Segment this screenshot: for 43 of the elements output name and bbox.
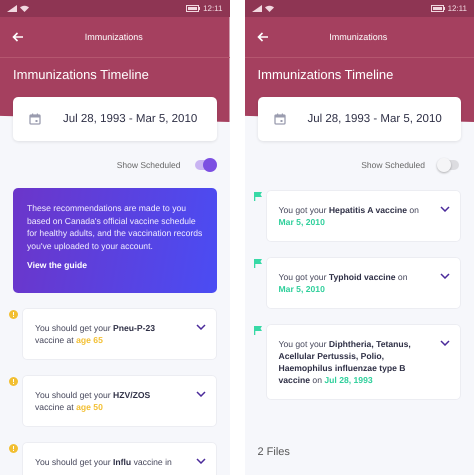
battery-icon [186,5,200,12]
back-arrow-icon[interactable] [12,32,24,42]
vaccine-text: You should get your Pneu-P-23 vaccine at age 65 [35,322,156,346]
page-title: Immunizations Timeline [258,67,394,82]
vaccine-text: You got your Hepatitis A vaccine on Mar 5, 2010 [278,204,420,228]
vaccine-text: You should get your Influ vaccine in [35,456,173,469]
timeline-card[interactable]: You should get your HZV/ZOS vaccine at age 50 [22,375,216,427]
calendar-icon [29,113,41,125]
guide-link[interactable]: View the guide [27,260,88,270]
battery-icon [430,5,445,12]
status-time: 12:11 [448,4,467,13]
toggle-label: Show Scheduled [116,160,180,170]
chevron-down-icon[interactable] [440,206,450,212]
timeline-card[interactable]: You should get your Influ vaccine in [22,442,216,475]
vaccine-text: You should get your HZV/ZOS vaccine at age 50 [35,389,152,413]
timeline-card[interactable]: You got your Hepatitis A vaccine on Mar 5, 2010 [266,190,461,242]
timeline-card[interactable]: You got your Typhoid vaccine on Mar 5, 2010 [266,257,461,309]
files-heading: 2 Files [258,446,290,458]
vaccine-text: You got your Diphtheria, Tetanus, Acellular Pertussis, Polio, Haemophilus influenzae type B vaccine on Jul 28, 1993 [278,338,412,386]
banner-text: These recommendations are made to you based on Canada's official vaccine schedule for healthy adults, and the vaccination records you've uploaded to your account. [27,202,202,252]
chevron-down-icon[interactable] [440,340,450,346]
vaccine-text: You got your Typhoid vaccine on Mar 5, 2010 [278,271,408,295]
timeline-card[interactable]: You should get your Pneu-P-23 vaccine at age 65 [22,308,216,360]
status-time: 12:11 [203,4,222,13]
back-arrow-icon[interactable] [256,32,268,42]
nav-title: Immunizations [328,32,388,42]
chevron-down-icon[interactable] [196,391,206,397]
chevron-down-icon[interactable] [196,324,206,330]
toggle-switch[interactable] [194,160,214,170]
toggle-label: Show Scheduled [361,160,425,170]
wifi-icon [264,5,274,12]
signal-icon [252,5,262,12]
date-range-field[interactable]: Jul 28, 1993 - Mar 5, 2010 [13,97,216,141]
chevron-down-icon[interactable] [440,273,450,279]
timeline-card[interactable]: You got your Diphtheria, Tetanus, Acellular Pertussis, Polio, Haemophilus influenzae type B vaccine on Jul 28, 1993 [266,324,461,400]
calendar-icon [274,113,286,125]
chevron-down-icon[interactable] [196,458,206,464]
page-title: Immunizations Timeline [13,67,149,82]
nav-title: Immunizations [84,32,144,42]
date-range-field[interactable]: Jul 28, 1993 - Mar 5, 2010 [258,97,461,141]
toggle-switch[interactable] [439,160,459,170]
signal-icon [7,5,17,12]
wifi-icon [20,5,29,12]
